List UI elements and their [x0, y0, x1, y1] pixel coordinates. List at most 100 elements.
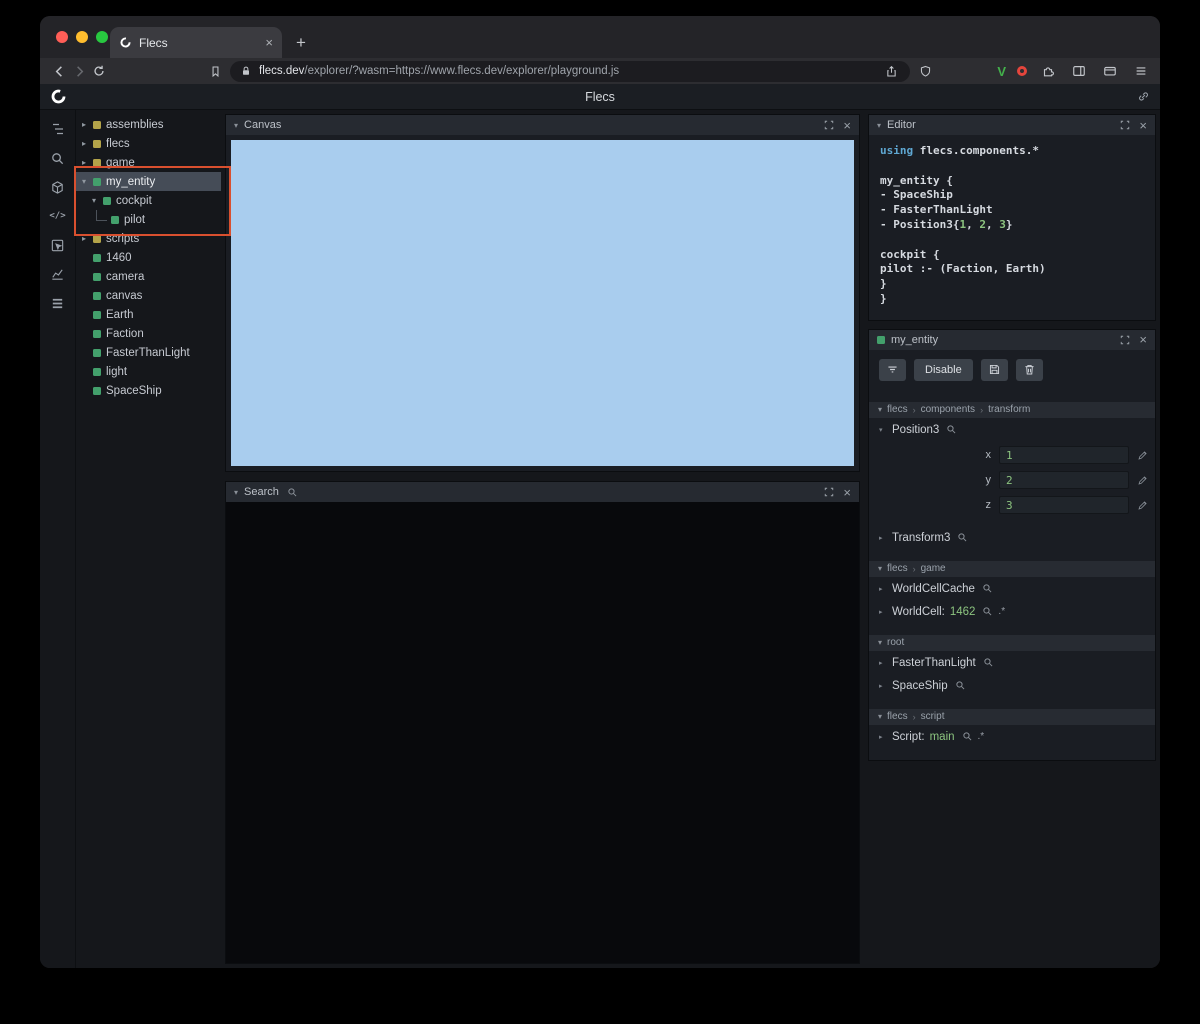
delete-button[interactable]	[1015, 358, 1043, 381]
inspector-item-Position3[interactable]: ▾ Position3	[869, 418, 1155, 441]
tree-item-game[interactable]: ▸ game	[76, 153, 221, 172]
expand-panel-icon[interactable]	[1120, 120, 1130, 130]
tree-item-canvas[interactable]: canvas	[76, 286, 221, 305]
tree-item-1460[interactable]: 1460	[76, 248, 221, 267]
inspector-item-FasterThanLight[interactable]: ▸ FasterThanLight	[869, 651, 1155, 674]
inspector-item-Transform3[interactable]: ▸ Transform3	[869, 526, 1155, 549]
reload-button[interactable]	[89, 61, 109, 81]
search-icon[interactable]	[962, 731, 973, 742]
share-link-icon[interactable]	[1137, 90, 1150, 103]
component-label: Transform3	[892, 531, 951, 544]
chevron-right-icon[interactable]: ▸	[879, 608, 887, 616]
save-button[interactable]	[980, 358, 1008, 381]
search-icon[interactable]	[982, 583, 993, 594]
tree-item-Faction[interactable]: Faction	[76, 324, 221, 343]
close-panel-icon[interactable]: ×	[1139, 333, 1147, 346]
page-title: Flecs	[585, 89, 615, 104]
queries-rows-icon[interactable]	[49, 294, 67, 312]
tree-item-FasterThanLight[interactable]: FasterThanLight	[76, 343, 221, 362]
address-bar[interactable]: flecs.dev/explorer/?wasm=https://www.fle…	[230, 60, 911, 82]
minimize-window-button[interactable]	[76, 31, 88, 43]
y-value-input[interactable]	[999, 471, 1129, 490]
search-icon[interactable]	[49, 149, 67, 167]
edit-pencil-icon[interactable]	[1137, 475, 1148, 486]
chevron-right-icon[interactable]: ▸	[879, 682, 887, 690]
zoom-window-button[interactable]	[96, 31, 108, 43]
inspector-section-root[interactable]: ▾ root	[869, 634, 1155, 651]
inspector-panel-title: my_entity	[891, 333, 939, 346]
canvas-viewport[interactable]	[231, 140, 854, 466]
chevron-right-icon[interactable]: ▸	[879, 534, 887, 542]
tree-collapse-icon[interactable]: ▾	[92, 196, 103, 205]
tree-item-flecs[interactable]: ▸ flecs	[76, 134, 221, 153]
close-panel-icon[interactable]: ×	[1139, 119, 1147, 132]
back-button[interactable]	[49, 61, 69, 81]
chevron-down-icon[interactable]: ▾	[879, 426, 887, 434]
tree-item-pilot[interactable]: pilot	[76, 210, 221, 229]
search-icon[interactable]	[982, 606, 993, 617]
tree-item-SpaceShip[interactable]: SpaceShip	[76, 381, 221, 400]
edit-pencil-icon[interactable]	[1137, 500, 1148, 511]
tree-expand-icon[interactable]: ▸	[82, 139, 93, 148]
close-panel-icon[interactable]: ×	[843, 486, 851, 499]
tree-item-my_entity[interactable]: ▾ my_entity	[76, 172, 221, 191]
component-value: 1462	[949, 605, 976, 618]
inspector-item-WorldCellCache[interactable]: ▸ WorldCellCache	[869, 577, 1155, 600]
stats-chart-icon[interactable]	[49, 265, 67, 283]
tree-item-light[interactable]: light	[76, 362, 221, 381]
expand-panel-icon[interactable]	[824, 120, 834, 130]
new-tab-button[interactable]: +	[296, 33, 306, 53]
code-editor[interactable]: using flecs.components.* my_entity { - S…	[869, 135, 1155, 320]
forward-button[interactable]	[69, 61, 89, 81]
close-window-button[interactable]	[56, 31, 68, 43]
tree-item-Earth[interactable]: Earth	[76, 305, 221, 324]
record-extension-icon[interactable]	[1017, 66, 1027, 76]
search-icon[interactable]	[955, 680, 966, 691]
z-value-input[interactable]	[999, 496, 1129, 515]
search-icon[interactable]	[946, 424, 957, 435]
tree-view-icon[interactable]	[49, 120, 67, 138]
expand-panel-icon[interactable]	[824, 487, 834, 497]
inspector-section-flecs-script[interactable]: ▾ flecs › script	[869, 708, 1155, 725]
tree-expand-icon[interactable]: ▸	[82, 120, 93, 129]
tab-close-icon[interactable]: ×	[265, 35, 273, 50]
chevron-down-icon[interactable]: ▾	[234, 121, 238, 130]
inspector-item-SpaceShip[interactable]: ▸ SpaceShip	[869, 674, 1155, 697]
inspector-item-WorldCell[interactable]: ▸ WorldCell: 1462 .*	[869, 600, 1155, 623]
tree-item-scripts[interactable]: ▸ scripts	[76, 229, 221, 248]
search-icon[interactable]	[957, 532, 968, 543]
tree-expand-icon[interactable]: ▸	[82, 234, 93, 243]
wallet-icon[interactable]	[1100, 61, 1120, 81]
close-panel-icon[interactable]: ×	[843, 119, 851, 132]
tree-item-cockpit[interactable]: ▾ cockpit	[76, 191, 221, 210]
chevron-down-icon[interactable]: ▾	[877, 121, 881, 130]
vimium-extension-icon[interactable]: V	[997, 64, 1006, 79]
code-icon[interactable]: </>	[49, 207, 67, 225]
inspector-item-Script[interactable]: ▸ Script: main .*	[869, 725, 1155, 748]
inspector-icon[interactable]	[49, 236, 67, 254]
expand-panel-icon[interactable]	[1120, 335, 1130, 345]
bookmark-icon[interactable]	[205, 61, 225, 81]
inspector-section-flecs-components-transform[interactable]: ▾ flecs › components › transform	[869, 401, 1155, 418]
disable-button[interactable]: Disable	[914, 358, 973, 381]
search-icon[interactable]	[983, 657, 994, 668]
entities-cube-icon[interactable]	[49, 178, 67, 196]
sidebar-toggle-icon[interactable]	[1069, 61, 1089, 81]
chevron-right-icon[interactable]: ▸	[879, 659, 887, 667]
tree-expand-icon[interactable]: ▸	[82, 158, 93, 167]
tree-item-assemblies[interactable]: ▸ assemblies	[76, 115, 221, 134]
shield-icon[interactable]	[915, 61, 935, 81]
chevron-right-icon[interactable]: ▸	[879, 733, 887, 741]
menu-icon[interactable]	[1131, 61, 1151, 81]
browser-tab[interactable]: Flecs ×	[110, 27, 282, 58]
share-icon[interactable]	[881, 61, 901, 81]
inspector-section-flecs-game[interactable]: ▾ flecs › game	[869, 560, 1155, 577]
chevron-down-icon[interactable]: ▾	[234, 488, 238, 497]
edit-pencil-icon[interactable]	[1137, 450, 1148, 461]
tree-collapse-icon[interactable]: ▾	[82, 177, 93, 186]
filter-button[interactable]	[879, 358, 906, 381]
x-value-input[interactable]	[999, 446, 1129, 465]
chevron-right-icon[interactable]: ▸	[879, 585, 887, 593]
tree-item-camera[interactable]: camera	[76, 267, 221, 286]
extensions-puzzle-icon[interactable]	[1038, 61, 1058, 81]
